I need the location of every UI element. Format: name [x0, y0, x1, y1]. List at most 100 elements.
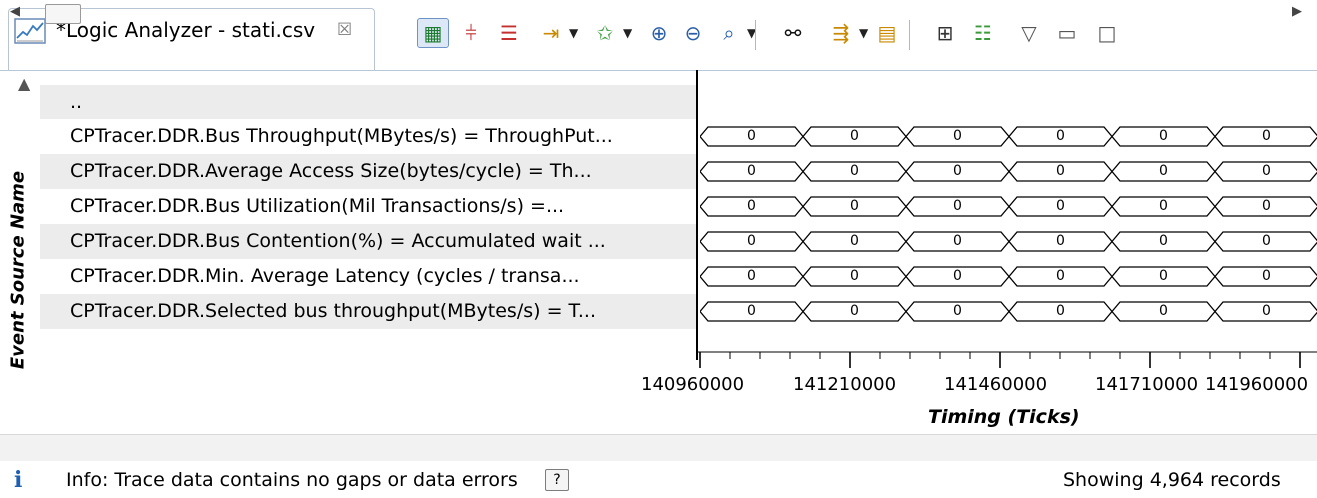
waveform-cell[interactable]: 0 — [906, 126, 1009, 147]
waveform-value: 0 — [1159, 128, 1168, 144]
tab-title: *Logic Analyzer - stati.csv — [56, 18, 316, 42]
dropdown-arrow-icon[interactable]: ▼ — [569, 26, 578, 40]
close-icon[interactable]: ☒ — [337, 20, 352, 40]
waveform-cell[interactable]: 0 — [700, 231, 803, 252]
waveform-value: 0 — [1056, 163, 1065, 179]
waveform-value: 0 — [1159, 303, 1168, 319]
waveform-cell[interactable]: 0 — [1215, 161, 1317, 182]
waveform-cell[interactable]: 0 — [1009, 161, 1112, 182]
event-source-row[interactable]: CPTracer.DDR.Bus Contention(%) = Accumul… — [40, 224, 696, 259]
event-source-row[interactable]: CPTracer.DDR.Average Access Size(bytes/c… — [40, 154, 696, 189]
axis-title: Timing (Ticks) — [928, 406, 1080, 428]
signal-layout-icon[interactable]: ▦ — [417, 18, 449, 48]
tick-label: 140960000 — [641, 374, 745, 395]
waveform-cell[interactable]: 0 — [906, 266, 1009, 287]
tick-label: 141460000 — [944, 374, 1048, 395]
event-source-label: CPTracer.DDR.Bus Throughput(MBytes/s) = … — [70, 125, 613, 147]
view-menu-icon[interactable]: ▽ — [1013, 18, 1045, 48]
filter-icon[interactable]: ⇶ — [825, 18, 857, 48]
parent-entry-label: .. — [70, 91, 83, 113]
waveform-cell[interactable]: 0 — [803, 161, 906, 182]
record-count: Showing 4,964 records — [1063, 469, 1281, 491]
waveform-cell[interactable]: 0 — [803, 126, 906, 147]
event-source-row[interactable]: CPTracer.DDR.Bus Utilization(Mil Transac… — [40, 189, 696, 224]
waveform-cell[interactable]: 0 — [1009, 231, 1112, 252]
toolbar-separator — [909, 20, 910, 50]
maximize-icon[interactable]: □ — [1091, 18, 1123, 48]
waveform-value: 0 — [1262, 198, 1271, 214]
list-view-icon[interactable]: ☷ — [967, 18, 999, 48]
waveform-value: 0 — [1159, 163, 1168, 179]
waveform-cell[interactable]: 0 — [1009, 126, 1112, 147]
waveform-cell[interactable]: 0 — [1215, 301, 1317, 322]
dropdown-arrow-icon[interactable]: ▼ — [623, 26, 632, 40]
waveform-cell[interactable]: 0 — [1112, 126, 1215, 147]
waveform-cell[interactable]: 0 — [1009, 266, 1112, 287]
waveform-cell[interactable]: 0 — [803, 301, 906, 322]
waveform-cell[interactable]: 0 — [1112, 231, 1215, 252]
waveform-cell[interactable]: 0 — [1215, 231, 1317, 252]
waveform-value: 0 — [747, 198, 756, 214]
horizontal-scrollbar[interactable] — [0, 434, 1317, 461]
waveform-cell[interactable]: 0 — [700, 161, 803, 182]
event-source-row[interactable]: CPTracer.DDR.Bus Throughput(MBytes/s) = … — [40, 119, 696, 154]
parent-entry-row[interactable]: .. — [40, 85, 696, 119]
waveform-cell[interactable]: 0 — [906, 231, 1009, 252]
waveform-value: 0 — [953, 303, 962, 319]
waveform-value: 0 — [850, 163, 859, 179]
waveform-cell[interactable]: 0 — [803, 266, 906, 287]
jump-to-icon[interactable]: ⇥ — [535, 18, 567, 48]
waveform-cell[interactable]: 0 — [803, 231, 906, 252]
dropdown-arrow-icon[interactable]: ▼ — [859, 26, 868, 40]
waveform-cell[interactable]: 0 — [1009, 301, 1112, 322]
lock-layout-icon[interactable]: ▤ — [871, 18, 903, 48]
waveform-value: 0 — [850, 198, 859, 214]
scroll-right-icon[interactable]: ▶ — [1292, 4, 1302, 19]
waveform-cell[interactable]: 0 — [1112, 301, 1215, 322]
info-icon: i — [14, 467, 23, 493]
tree-view-icon[interactable]: ⊞ — [929, 18, 961, 48]
waveform-value: 0 — [850, 233, 859, 249]
waveform-cell[interactable]: 0 — [1112, 266, 1215, 287]
waveform-cell[interactable]: 0 — [700, 301, 803, 322]
waveform-area[interactable]: 0 0 0 0 0 0 0 0 0 0 0 0 0 0 0 0 0 0 0 0 0 0 0 0 0 0 0 0 0 0 0 0 0 0 0 0 — [698, 70, 1317, 360]
toolbar-separator — [755, 20, 756, 50]
waveform-cell[interactable]: 0 — [906, 161, 1009, 182]
find-icon[interactable]: ⚯ — [777, 18, 809, 48]
waveform-cell[interactable]: 0 — [700, 266, 803, 287]
waveform-value: 0 — [850, 303, 859, 319]
scroll-left-icon[interactable]: ◀ — [10, 4, 20, 19]
status-message: Info: Trace data contains no gaps or dat… — [66, 469, 518, 491]
collapse-up-icon[interactable]: ▲ — [18, 74, 30, 93]
event-source-label: CPTracer.DDR.Bus Utilization(Mil Transac… — [70, 195, 565, 217]
waveform-value: 0 — [1159, 233, 1168, 249]
bookmark-icon[interactable]: ✩ — [589, 18, 621, 48]
waveform-cell[interactable]: 0 — [1112, 196, 1215, 217]
waveform-value: 0 — [953, 268, 962, 284]
zoom-out-icon[interactable]: ⊖ — [677, 18, 709, 48]
zoom-fit-icon[interactable]: ⌕ — [713, 18, 745, 48]
waveform-value: 0 — [953, 198, 962, 214]
waveform-cell[interactable]: 0 — [700, 126, 803, 147]
waveform-value: 0 — [1262, 303, 1271, 319]
waveform-cell[interactable]: 0 — [1215, 196, 1317, 217]
waveform-cell[interactable]: 0 — [700, 196, 803, 217]
event-source-row[interactable]: CPTracer.DDR.Selected bus throughput(MBy… — [40, 294, 696, 329]
waveform-cell[interactable]: 0 — [906, 196, 1009, 217]
waveform-value: 0 — [747, 303, 756, 319]
scrollbar-thumb[interactable] — [45, 4, 81, 24]
waveform-value: 0 — [1056, 268, 1065, 284]
waveform-cell[interactable]: 0 — [803, 196, 906, 217]
waveform-cell[interactable]: 0 — [1112, 161, 1215, 182]
minimize-icon[interactable]: ▭ — [1051, 18, 1083, 48]
waveform-value: 0 — [953, 233, 962, 249]
help-button[interactable]: ? — [545, 469, 569, 491]
marker-icon[interactable]: ☰ — [493, 18, 525, 48]
waveform-cell[interactable]: 0 — [1009, 196, 1112, 217]
cursor-sync-icon[interactable]: ⫩ — [455, 18, 487, 48]
zoom-in-icon[interactable]: ⊕ — [643, 18, 675, 48]
waveform-cell[interactable]: 0 — [1215, 266, 1317, 287]
waveform-cell[interactable]: 0 — [906, 301, 1009, 322]
event-source-row[interactable]: CPTracer.DDR.Min. Average Latency (cycle… — [40, 259, 696, 294]
waveform-cell[interactable]: 0 — [1215, 126, 1317, 147]
